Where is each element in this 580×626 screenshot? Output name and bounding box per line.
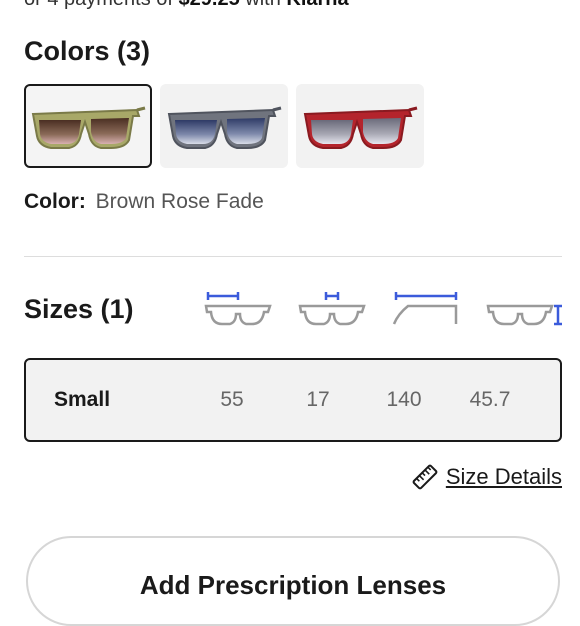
size-option-small[interactable]: Small 55 17 140 45.7: [24, 358, 562, 442]
size-name: Small: [54, 388, 111, 411]
color-swatch-grey-blue-fade[interactable]: [160, 84, 288, 168]
lens-height-icon: [486, 304, 562, 326]
klarna-amount: $29.25: [179, 0, 240, 10]
ruler-icon: [412, 464, 438, 490]
glasses-thumbnail-grey: [167, 106, 282, 149]
temple-length-icon: [392, 292, 458, 325]
klarna-payment-text: or 4 payments of $29.25 with Klarna: [24, 0, 349, 11]
color-swatch-red-grey-fade[interactable]: [296, 84, 424, 168]
lens-width-icon: [204, 292, 272, 326]
klarna-brand: Klarna: [286, 0, 348, 10]
klarna-middle: with: [240, 0, 287, 10]
lens-height-value: 45.7: [469, 388, 511, 411]
klarna-prefix: or 4 payments of: [24, 0, 179, 10]
temple-length-value: 140: [386, 388, 422, 411]
bridge-width-value: 17: [306, 388, 330, 411]
add-prescription-lenses-button[interactable]: Add Prescription Lenses: [26, 536, 560, 626]
lens-width-value: 55: [220, 388, 244, 411]
size-details-link[interactable]: Size Details: [412, 464, 562, 490]
glasses-thumbnail-brown: [31, 106, 146, 149]
color-swatch-list: [24, 84, 424, 168]
size-measurement-icons: [0, 290, 580, 334]
colors-heading: Colors (3): [24, 36, 151, 66]
size-details-label: Size Details: [445, 464, 562, 489]
section-divider: [24, 256, 562, 257]
glasses-thumbnail-red: [303, 106, 418, 149]
color-swatch-brown-rose-fade[interactable]: [24, 84, 152, 168]
bridge-width-icon: [298, 292, 366, 326]
selected-color-label: Color:: [24, 190, 86, 213]
selected-color-value: Brown Rose Fade: [95, 190, 264, 213]
selected-color: Color: Brown Rose Fade: [24, 190, 264, 214]
